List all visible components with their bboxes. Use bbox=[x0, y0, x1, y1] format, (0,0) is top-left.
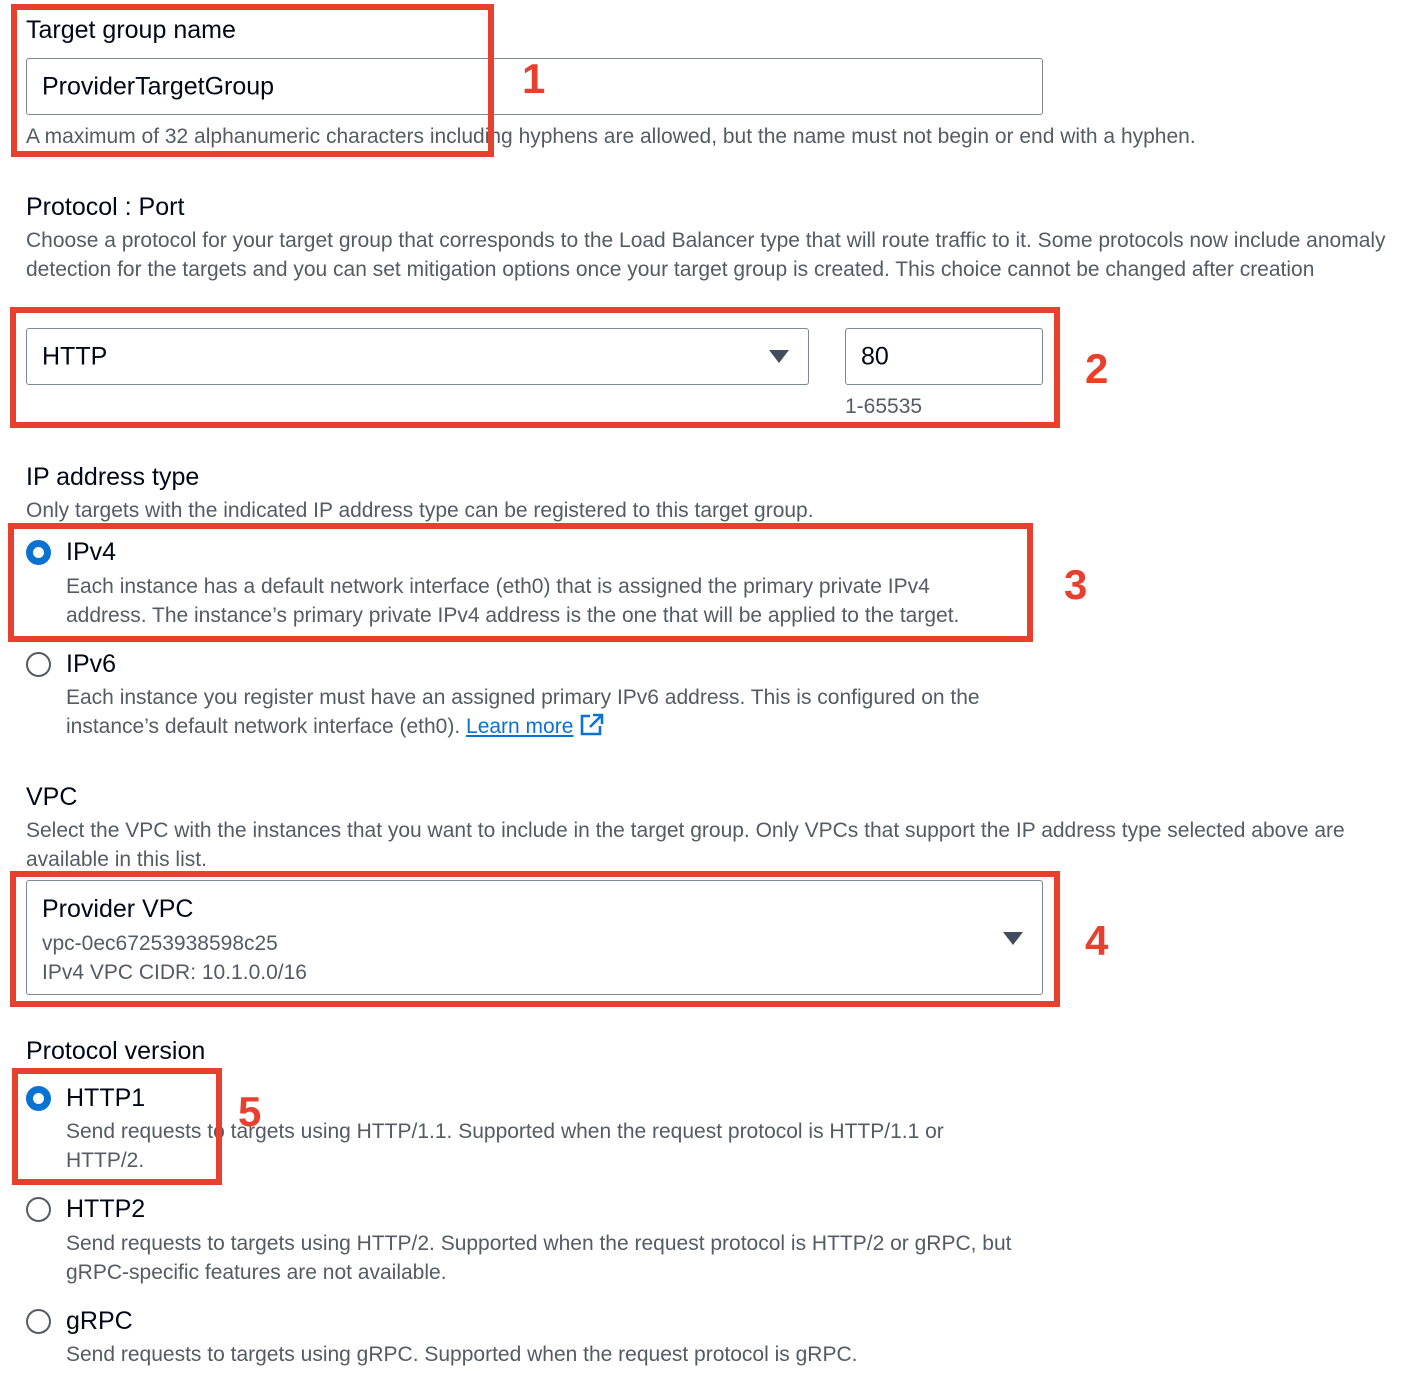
ip-address-type-label: IP address type bbox=[26, 463, 200, 491]
callout-number-2: 2 bbox=[1085, 345, 1109, 392]
callout-box-3 bbox=[8, 523, 1033, 642]
protocol-port-label: Protocol : Port bbox=[26, 193, 185, 221]
callout-number-3: 3 bbox=[1064, 561, 1088, 608]
callout-box-4 bbox=[10, 871, 1060, 1007]
ipv6-option-label[interactable]: IPv6 bbox=[66, 650, 116, 679]
grpc-option-description: Send requests to targets using gRPC. Sup… bbox=[66, 1343, 858, 1366]
grpc-radio[interactable] bbox=[26, 1309, 51, 1334]
callout-box-2 bbox=[10, 307, 1060, 428]
http2-option-label[interactable]: HTTP2 bbox=[66, 1195, 145, 1224]
grpc-option-label[interactable]: gRPC bbox=[66, 1307, 133, 1336]
callout-number-5: 5 bbox=[238, 1088, 262, 1135]
callout-box-5 bbox=[12, 1068, 222, 1185]
ipv6-option-description-block: Each instance you register must have an … bbox=[66, 683, 1026, 745]
vpc-label: VPC bbox=[26, 783, 78, 811]
protocol-port-description: Choose a protocol for your target group … bbox=[26, 229, 1386, 281]
vpc-description: Select the VPC with the instances that y… bbox=[26, 819, 1345, 871]
callout-number-4: 4 bbox=[1085, 917, 1109, 964]
learn-more-link[interactable]: Learn more bbox=[466, 715, 573, 738]
ip-address-type-description: Only targets with the indicated IP addre… bbox=[26, 499, 814, 522]
ipv6-radio[interactable] bbox=[26, 652, 51, 677]
external-link-icon[interactable] bbox=[579, 713, 605, 745]
callout-box-1 bbox=[11, 4, 494, 157]
http2-radio[interactable] bbox=[26, 1197, 51, 1222]
http2-option-description: Send requests to targets using HTTP/2. S… bbox=[66, 1232, 1012, 1284]
protocol-version-label: Protocol version bbox=[26, 1037, 206, 1065]
callout-number-1: 1 bbox=[522, 55, 546, 102]
